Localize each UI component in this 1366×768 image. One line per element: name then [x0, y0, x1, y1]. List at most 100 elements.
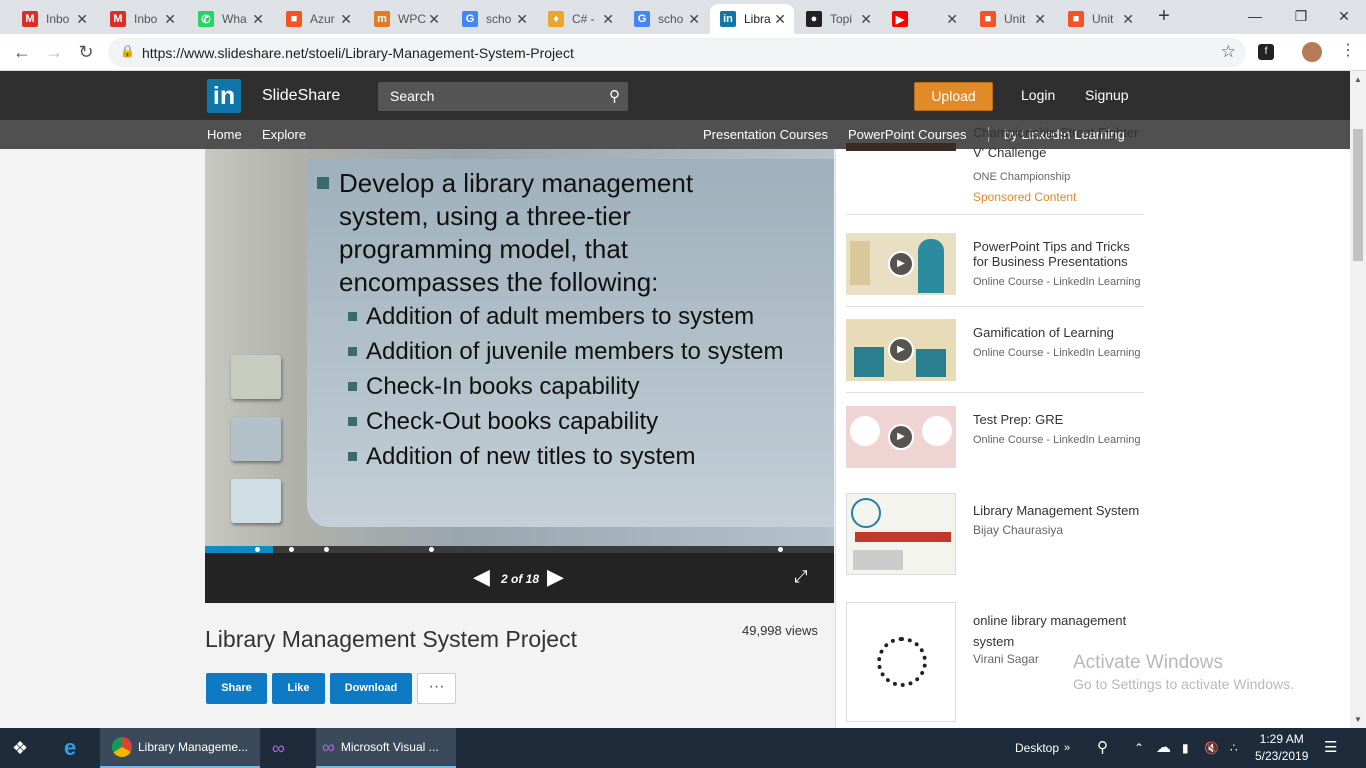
like-button[interactable]: Like	[272, 673, 325, 704]
related-title[interactable]: Gamification of Learning	[973, 325, 1148, 340]
browser-tab[interactable]: ■ Azur ✕	[276, 4, 360, 34]
progress-marker[interactable]	[255, 547, 260, 552]
browser-tab[interactable]: Gscho ✕	[452, 4, 536, 34]
browser-tab[interactable]: ✆ Wha ✕	[188, 4, 272, 34]
play-icon[interactable]: ▶	[888, 251, 914, 277]
progress-marker[interactable]	[778, 547, 783, 552]
minimize-icon[interactable]: —	[1232, 4, 1278, 28]
progress-marker[interactable]	[289, 547, 294, 552]
related-thumbnail[interactable]: ▶	[846, 319, 956, 381]
related-thumbnail[interactable]	[846, 602, 956, 722]
notification-icon[interactable]: ☰	[1324, 728, 1337, 768]
browser-tab[interactable]: ■ Unit ✕	[970, 4, 1054, 34]
related-thumbnail[interactable]	[846, 493, 956, 575]
close-tab-icon[interactable]: ✕	[774, 11, 786, 28]
browser-tab[interactable]: M Inbo ✕	[100, 4, 184, 34]
close-tab-icon[interactable]: ✕	[860, 11, 872, 28]
close-tab-icon[interactable]: ✕	[1122, 11, 1134, 28]
scrollbar-thumb[interactable]	[1353, 129, 1363, 261]
browser-tab[interactable]: M Inbo ✕	[12, 4, 96, 34]
extension-icon[interactable]: f	[1258, 44, 1274, 60]
wifi-icon[interactable]: ∴	[1230, 728, 1238, 768]
browser-tab[interactable]: ■ Unit ✕	[1058, 4, 1142, 34]
progress-marker[interactable]	[324, 547, 329, 552]
previous-slide-icon[interactable]: ◀	[473, 564, 490, 590]
profile-avatar[interactable]	[1302, 42, 1322, 62]
linkedin-logo[interactable]: in	[207, 79, 241, 113]
chevron-up-icon[interactable]: ⌃	[1134, 728, 1144, 768]
next-slide-icon[interactable]: ▶	[547, 564, 564, 590]
browser-tab[interactable]: Gscho ✕	[624, 4, 708, 34]
related-title[interactable]: PowerPoint Tips and Tricks for Business …	[973, 239, 1148, 269]
related-thumbnail[interactable]: ▶	[846, 233, 956, 295]
progress-marker[interactable]	[429, 547, 434, 552]
onedrive-icon[interactable]: ☁	[1156, 728, 1171, 768]
browser-tab[interactable]: m WPC ✕	[364, 4, 448, 34]
system-clock[interactable]: 1:29 AM 5/23/2019	[1255, 731, 1308, 765]
nav-explore[interactable]: Explore	[262, 127, 306, 142]
search-icon[interactable]: ⚲	[609, 87, 620, 105]
close-tab-icon[interactable]: ✕	[688, 11, 700, 28]
visual-studio-taskbar-button[interactable]: ∞ Microsoft Visual ...	[316, 728, 456, 768]
close-tab-icon[interactable]: ✕	[76, 11, 88, 28]
browser-tab[interactable]: ● Topi ✕	[796, 4, 880, 34]
play-icon[interactable]: ▶	[888, 424, 914, 450]
maximize-icon[interactable]: ❐	[1278, 4, 1324, 28]
thumb-graphic	[855, 532, 951, 542]
related-thumbnail[interactable]: ▶	[846, 406, 956, 468]
close-tab-icon[interactable]: ✕	[164, 11, 176, 28]
edge-taskbar-button[interactable]: e	[64, 728, 76, 768]
login-link[interactable]: Login	[1021, 87, 1055, 103]
play-icon[interactable]: ▶	[888, 337, 914, 363]
upload-button[interactable]: Upload	[914, 82, 993, 111]
related-title[interactable]: Test Prep: GRE	[973, 412, 1148, 427]
people-icon[interactable]: ⚲	[1097, 728, 1108, 768]
slide-image[interactable]: Develop a library management system, usi…	[205, 149, 834, 546]
related-title[interactable]: online library management system	[973, 610, 1148, 652]
brand-name[interactable]: SlideShare	[262, 87, 340, 105]
reload-icon[interactable]: ↻	[74, 41, 98, 65]
new-tab-icon[interactable]: +	[1141, 4, 1187, 28]
desktop-toolbar[interactable]: Desktop	[1015, 728, 1059, 768]
vs-installer-taskbar-button[interactable]: ∞	[272, 728, 285, 768]
share-button[interactable]: Share	[206, 673, 267, 704]
download-button[interactable]: Download	[330, 673, 412, 704]
address-bar[interactable]: 🔒 https://www.slideshare.net/stoeli/Libr…	[108, 38, 1246, 67]
related-title[interactable]: Championship Street Fighter V' Challenge	[973, 123, 1148, 163]
browser-tab[interactable]: ♦ C# - ✕	[538, 4, 622, 34]
scroll-up-icon[interactable]: ▲	[1354, 75, 1362, 84]
nav-presentation-courses[interactable]: Presentation Courses	[703, 127, 828, 142]
toolbar-expand-icon[interactable]: »	[1064, 728, 1070, 768]
url-text[interactable]: https://www.slideshare.net/stoeli/Librar…	[142, 45, 574, 61]
related-thumbnail[interactable]	[846, 143, 956, 151]
search-input[interactable]: Search ⚲	[378, 82, 628, 111]
chrome-taskbar-button[interactable]: Library Manageme...	[100, 728, 260, 768]
close-tab-icon[interactable]: ✕	[516, 11, 528, 28]
close-tab-icon[interactable]: ✕	[252, 11, 264, 28]
back-icon[interactable]: ←	[10, 41, 34, 65]
battery-icon[interactable]: ▮	[1182, 728, 1189, 768]
related-title[interactable]: Library Management System	[973, 503, 1148, 518]
forward-icon[interactable]: →	[42, 41, 66, 65]
close-tab-icon[interactable]: ✕	[946, 11, 958, 28]
browser-tab[interactable]: in Libra ✕	[710, 4, 794, 34]
slide-progress-bar[interactable]	[205, 546, 834, 553]
close-tab-icon[interactable]: ✕	[428, 11, 440, 28]
nav-home[interactable]: Home	[207, 127, 242, 142]
bookmark-star-icon[interactable]: ☆	[1221, 42, 1236, 62]
fullscreen-icon[interactable]: ⤢	[794, 567, 808, 587]
scroll-down-icon[interactable]: ▼	[1354, 715, 1362, 724]
related-sidebar: Championship Street Fighter V' Challenge…	[835, 125, 1350, 728]
start-button[interactable]: ❖	[12, 728, 28, 768]
more-options-button[interactable]: ···	[417, 673, 456, 704]
nav-powerpoint-courses[interactable]: PowerPoint Courses	[848, 127, 967, 142]
volume-muted-icon[interactable]: 🔇	[1204, 728, 1219, 768]
browser-tab[interactable]: ▶ ✕	[882, 4, 966, 34]
close-tab-icon[interactable]: ✕	[602, 11, 614, 28]
close-window-icon[interactable]: ✕	[1321, 4, 1366, 28]
page-scrollbar[interactable]: ▲ ▼	[1350, 71, 1366, 728]
close-tab-icon[interactable]: ✕	[1034, 11, 1046, 28]
close-tab-icon[interactable]: ✕	[340, 11, 352, 28]
signup-link[interactable]: Signup	[1085, 87, 1129, 103]
menu-kebab-icon[interactable]: ⋮	[1340, 40, 1356, 60]
